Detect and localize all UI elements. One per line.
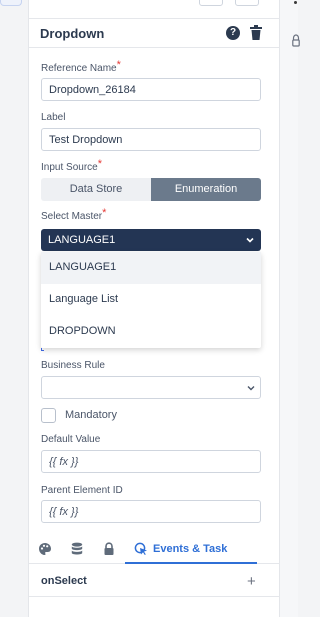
chevron-down-icon — [247, 386, 255, 391]
database-icon[interactable] — [70, 542, 84, 556]
help-icon[interactable]: ? — [226, 26, 240, 40]
toolbar-button-2[interactable] — [235, 0, 259, 6]
properties-panel: Dropdown ? Reference Name* Dropdown_2618… — [29, 0, 280, 617]
business-rule-select[interactable] — [41, 376, 261, 399]
left-sidebar-edge — [0, 0, 29, 617]
toolbar-button-1[interactable] — [199, 0, 223, 6]
select-master-label: Select Master* — [41, 207, 107, 222]
plus-icon[interactable]: + — [247, 574, 256, 589]
tab-events-task[interactable]: Events & Task — [125, 536, 257, 564]
mandatory-checkbox[interactable] — [41, 408, 56, 423]
lock-icon[interactable] — [102, 542, 116, 556]
trash-icon[interactable] — [250, 25, 262, 40]
label-input[interactable]: Test Dropdown — [41, 128, 261, 151]
event-name: onSelect — [41, 575, 87, 587]
palette-icon[interactable] — [38, 542, 52, 556]
menu-option-language-list[interactable]: Language List — [41, 284, 261, 316]
default-value-label: Default Value — [41, 434, 101, 445]
input-source-label: Input Source* — [41, 158, 102, 173]
hidden-checkbox-edge — [41, 348, 44, 351]
parent-element-label: Parent Element ID — [41, 485, 123, 496]
top-toolbar-edge — [29, 0, 280, 18]
reference-name-input[interactable]: Dropdown_26184 — [41, 78, 261, 101]
required-marker: * — [102, 207, 107, 219]
required-marker: * — [116, 59, 121, 71]
left-tab-edge[interactable] — [0, 0, 22, 6]
mandatory-label: Mandatory — [65, 409, 117, 421]
select-master-value: LANGUAGE1 — [48, 234, 116, 246]
enumeration-option[interactable]: Enumeration — [151, 178, 261, 201]
chevron-down-icon — [246, 237, 254, 243]
menu-option-dropdown[interactable]: DROPDOWN — [41, 316, 261, 348]
panel-title: Dropdown — [40, 26, 105, 41]
canvas-edge — [280, 0, 300, 617]
business-rule-label: Business Rule — [41, 360, 105, 371]
tab-events-task-label: Events & Task — [153, 543, 228, 555]
label-label: Label — [41, 112, 66, 123]
event-row-onselect[interactable]: onSelect + — [29, 569, 280, 597]
default-value-input[interactable]: {{ fx }} — [41, 450, 261, 473]
dot-marker — [294, 1, 297, 4]
select-master-menu: LANGUAGE1 Language List DROPDOWN — [41, 252, 261, 348]
parent-element-input[interactable]: {{ fx }} — [41, 500, 261, 523]
select-master-dropdown[interactable]: LANGUAGE1 — [41, 229, 261, 251]
lock-outline-icon — [292, 34, 300, 47]
panel-header: Dropdown ? — [29, 18, 280, 48]
input-source-toggle: Data Store Enumeration — [41, 178, 261, 201]
property-tabs: Events & Task — [29, 536, 280, 564]
cursor-click-icon — [134, 542, 147, 555]
menu-option-language1[interactable]: LANGUAGE1 — [41, 252, 261, 284]
data-store-option[interactable]: Data Store — [41, 178, 151, 201]
reference-name-label: Reference Name* — [41, 59, 121, 74]
required-marker: * — [97, 158, 102, 170]
